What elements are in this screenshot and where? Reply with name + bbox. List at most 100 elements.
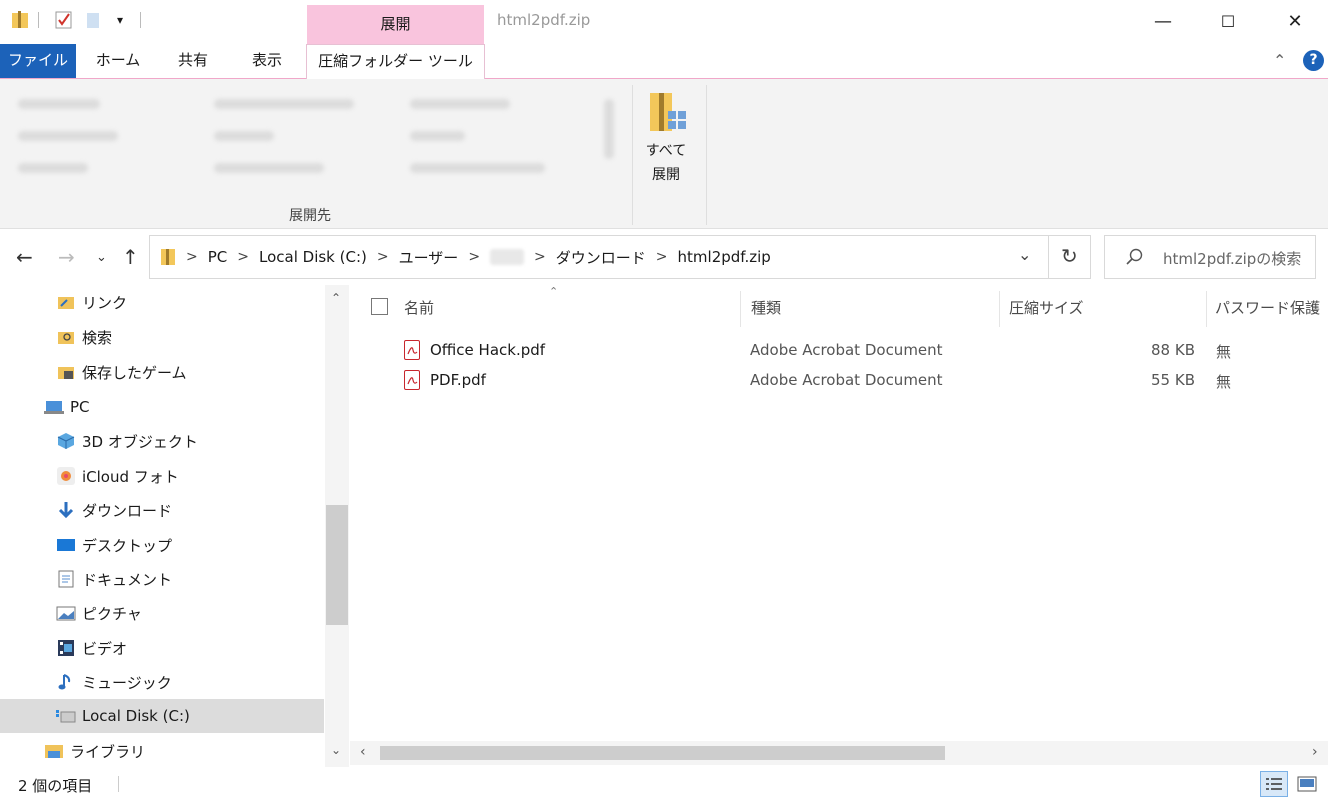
nav-item-label: ピクチャ: [82, 604, 142, 623]
column-header-password[interactable]: パスワード保護: [1215, 297, 1320, 318]
column-header-name[interactable]: 名前: [404, 297, 434, 318]
videos-icon: [56, 639, 76, 657]
nav-item-label: ミュージック: [82, 673, 172, 692]
blurred-destination: [214, 163, 324, 173]
nav-item-label: ダウンロード: [82, 501, 173, 520]
nav-item-label: ビデオ: [82, 639, 128, 658]
nav-item-pc[interactable]: PC: [44, 390, 90, 424]
extract-all-label-1: すべて: [645, 143, 687, 159]
new-folder-icon[interactable]: [84, 10, 104, 30]
chevron-right-icon[interactable]: >: [656, 249, 668, 265]
nav-item-documents[interactable]: ドキュメント: [56, 562, 172, 596]
minimize-button[interactable]: —: [1140, 0, 1186, 42]
nav-item-local-disk[interactable]: Local Disk (C:): [0, 699, 324, 733]
collapse-ribbon-icon[interactable]: ⌃: [1273, 51, 1286, 70]
extract-all-label-2: 展開: [652, 167, 680, 183]
search-input[interactable]: html2pdf.zipの検索: [1163, 248, 1301, 269]
nav-item-links[interactable]: リンク: [56, 285, 127, 319]
nav-item-desktop[interactable]: デスクトップ: [56, 528, 172, 562]
large-icons-view-button[interactable]: [1294, 771, 1320, 797]
crumb-users[interactable]: ユーザー: [399, 247, 459, 268]
link-folder-icon: [56, 293, 76, 311]
blurred-destination: [410, 163, 545, 173]
up-button[interactable]: ↑: [122, 245, 139, 269]
nav-scrollbar-thumb[interactable]: [326, 505, 348, 625]
extract-all-button[interactable]: すべて 展開: [638, 89, 694, 187]
column-separator[interactable]: [1206, 291, 1207, 327]
nav-item-videos[interactable]: ビデオ: [56, 631, 127, 665]
nav-item-search[interactable]: 検索: [56, 320, 112, 354]
tab-home[interactable]: ホーム: [86, 44, 150, 78]
nav-item-label: Local Disk (C:): [82, 707, 190, 725]
crumb-username-redacted[interactable]: [490, 249, 525, 265]
nav-item-pictures[interactable]: ピクチャ: [56, 596, 142, 630]
column-separator[interactable]: [999, 291, 1000, 327]
nav-item-icloud-photos[interactable]: iCloud フォト: [56, 459, 179, 493]
large-icons-view-icon: [1297, 776, 1317, 792]
blurred-destination: [214, 99, 354, 109]
library-icon: [44, 742, 64, 760]
crumb-local-disk[interactable]: Local Disk (C:): [259, 248, 367, 266]
content-scrollbar-thumb[interactable]: [380, 746, 945, 760]
blurred-destination: [18, 99, 100, 109]
nav-item-saved-games[interactable]: 保存したゲーム: [56, 355, 187, 389]
customize-toolbar-icon[interactable]: ▾: [110, 10, 130, 30]
properties-icon[interactable]: [54, 10, 74, 30]
local-disk-icon: [56, 707, 76, 725]
tab-compressed-folder-tools[interactable]: 圧縮フォルダー ツール: [306, 44, 485, 80]
tab-file[interactable]: ファイル: [0, 44, 76, 78]
column-header-compressed-size[interactable]: 圧縮サイズ: [1009, 297, 1084, 318]
nav-item-downloads[interactable]: ダウンロード: [56, 493, 172, 527]
window-title: html2pdf.zip: [497, 11, 591, 29]
nav-item-label: リンク: [82, 293, 128, 312]
chevron-right-icon[interactable]: >: [237, 249, 249, 265]
documents-icon: [56, 570, 76, 588]
nav-item-music[interactable]: ミュージック: [56, 665, 172, 699]
chevron-right-icon[interactable]: >: [377, 249, 389, 265]
icloud-photos-icon: [56, 467, 76, 485]
blurred-destination: [18, 163, 88, 173]
nav-item-3d-objects[interactable]: 3D オブジェクト: [56, 424, 198, 458]
scroll-down-icon[interactable]: ⌄: [331, 743, 341, 757]
details-view-button[interactable]: [1260, 771, 1288, 797]
music-icon: [56, 673, 76, 691]
crumb-downloads[interactable]: ダウンロード: [556, 247, 646, 268]
nav-item-label: ライブラリ: [70, 742, 146, 761]
file-list: ⌃ 名前 種類 圧縮サイズ パスワード保護 Office Hack.pdf Ad…: [350, 285, 1328, 767]
scroll-right-icon[interactable]: ›: [1312, 744, 1318, 760]
nav-item-label: デスクトップ: [82, 536, 173, 555]
chevron-right-icon[interactable]: >: [534, 249, 546, 265]
maximize-button[interactable]: ☐: [1205, 0, 1251, 42]
chevron-right-icon: >: [186, 249, 198, 265]
column-separator[interactable]: [740, 291, 741, 327]
column-header-type[interactable]: 種類: [751, 297, 781, 318]
blurred-destination: [214, 131, 274, 141]
chevron-right-icon[interactable]: >: [468, 249, 480, 265]
tab-view[interactable]: 表示: [238, 44, 296, 78]
help-button[interactable]: ?: [1303, 50, 1324, 71]
scroll-left-icon[interactable]: ‹: [360, 744, 366, 760]
content-scrollbar[interactable]: ‹ ›: [350, 741, 1328, 765]
search-box[interactable]: html2pdf.zipの検索: [1104, 235, 1316, 279]
context-tab-extract: 展開: [307, 5, 484, 44]
refresh-button[interactable]: ↻: [1061, 244, 1078, 268]
forward-button[interactable]: →: [58, 245, 75, 269]
table-row[interactable]: Office Hack.pdf Adobe Acrobat Document 8…: [350, 336, 1328, 366]
recent-locations-button[interactable]: ⌄: [96, 250, 107, 265]
address-bar[interactable]: > PC > Local Disk (C:) > ユーザー > > ダウンロード…: [149, 235, 1091, 279]
pc-icon: [44, 398, 64, 416]
nav-item-library[interactable]: ライブラリ: [44, 734, 145, 768]
close-button[interactable]: ✕: [1272, 0, 1318, 42]
tab-share[interactable]: 共有: [164, 44, 222, 78]
crumb-zip[interactable]: html2pdf.zip: [678, 248, 771, 266]
nav-item-label: 保存したゲーム: [82, 363, 187, 382]
group-label-destination: 展開先: [289, 208, 331, 224]
table-row[interactable]: PDF.pdf Adobe Acrobat Document 55 KB 無: [350, 366, 1328, 396]
file-name: Office Hack.pdf: [430, 341, 546, 359]
select-all-checkbox[interactable]: [371, 298, 388, 315]
back-button[interactable]: ←: [16, 245, 33, 269]
crumb-pc[interactable]: PC: [208, 248, 228, 266]
address-dropdown-icon[interactable]: ⌄: [1018, 245, 1031, 264]
scroll-up-icon[interactable]: ⌃: [331, 291, 341, 305]
nav-item-label: ドキュメント: [82, 570, 173, 589]
